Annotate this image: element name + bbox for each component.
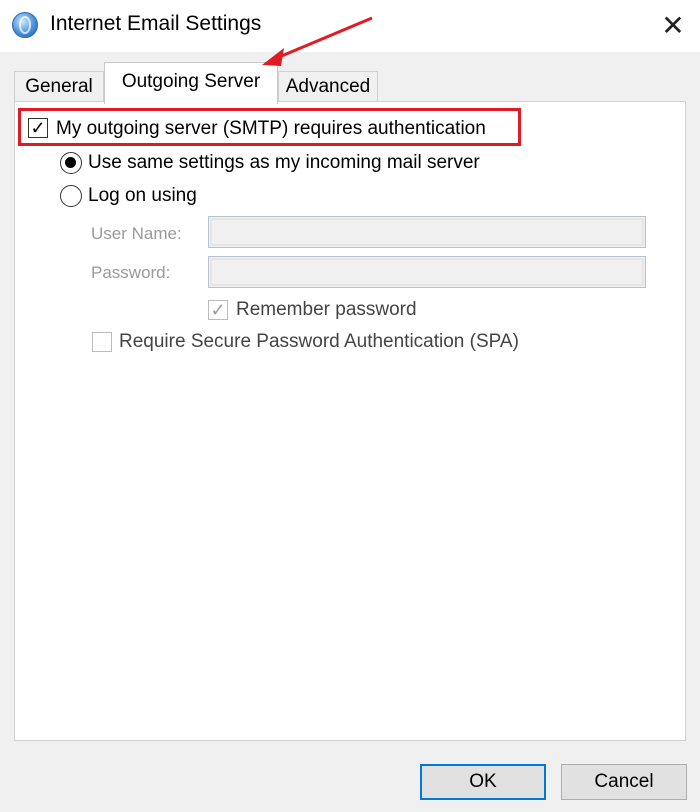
tab-general[interactable]: General bbox=[14, 71, 104, 101]
use-same-settings-label: Use same settings as my incoming mail se… bbox=[88, 152, 480, 173]
spa-label: Require Secure Password Authentication (… bbox=[119, 331, 519, 352]
highlight-box bbox=[18, 108, 521, 146]
username-label: User Name: bbox=[91, 224, 182, 243]
log-on-using-label: Log on using bbox=[88, 185, 197, 206]
log-on-using-radio[interactable] bbox=[60, 185, 82, 207]
password-field[interactable] bbox=[208, 256, 646, 288]
title-bar: Internet Email Settings ✕ bbox=[0, 0, 700, 52]
remember-password-label: Remember password bbox=[236, 299, 417, 320]
close-button[interactable]: ✕ bbox=[655, 8, 691, 44]
tab-advanced[interactable]: Advanced bbox=[278, 71, 378, 101]
spa-checkbox[interactable] bbox=[92, 332, 112, 352]
password-label: Password: bbox=[91, 263, 171, 282]
cancel-button[interactable]: Cancel bbox=[561, 764, 687, 800]
ok-button[interactable]: OK bbox=[420, 764, 546, 800]
tab-outgoing-server[interactable]: Outgoing Server bbox=[104, 62, 278, 104]
username-field[interactable] bbox=[208, 216, 646, 248]
remember-password-checkbox[interactable]: ✓ bbox=[208, 300, 228, 320]
use-same-settings-radio[interactable] bbox=[60, 152, 82, 174]
app-globe-icon bbox=[12, 12, 38, 38]
window-title: Internet Email Settings bbox=[50, 12, 262, 35]
